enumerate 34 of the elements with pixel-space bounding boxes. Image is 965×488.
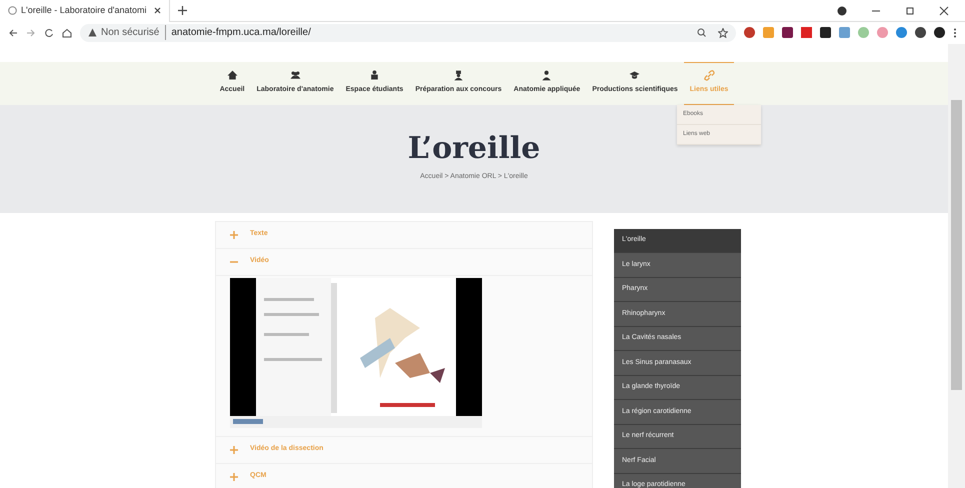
scrollbar-thumb[interactable] xyxy=(951,100,962,390)
browser-tab[interactable]: L'oreille - Laboratoire d'anatomi xyxy=(0,0,170,22)
link-icon xyxy=(704,70,715,82)
person-icon xyxy=(541,70,552,82)
new-tab-icon[interactable] xyxy=(178,6,187,15)
extension-icon[interactable] xyxy=(820,27,831,38)
extension-icon[interactable] xyxy=(782,27,793,38)
close-window-icon[interactable] xyxy=(939,6,949,16)
plus-icon xyxy=(230,230,238,239)
graduate-icon xyxy=(452,70,464,82)
warning-icon xyxy=(88,28,97,38)
plus-icon xyxy=(230,446,238,454)
reader-icon xyxy=(369,70,380,82)
group-icon xyxy=(290,70,301,82)
zoom-icon[interactable] xyxy=(697,28,706,38)
star-icon[interactable] xyxy=(718,28,728,38)
scrollbar[interactable] xyxy=(948,44,965,488)
close-icon[interactable] xyxy=(154,7,161,14)
menu-icon[interactable] xyxy=(953,28,957,38)
tab-title: L'oreille - Laboratoire d'anatomi xyxy=(21,4,148,17)
profile-icon[interactable] xyxy=(837,6,847,16)
restore-icon[interactable] xyxy=(905,6,915,16)
plus-icon xyxy=(230,472,238,481)
graduation-cap-icon xyxy=(629,70,640,82)
globe-icon xyxy=(8,6,17,15)
url-text[interactable]: anatomie-fmpm.uca.ma/loreille/ xyxy=(165,25,693,40)
page-title: L’oreille xyxy=(408,134,540,164)
reload-icon[interactable] xyxy=(44,28,54,38)
home-icon xyxy=(226,70,238,82)
security-warning[interactable]: Non sécurisé xyxy=(101,25,160,40)
extension-icon[interactable] xyxy=(915,27,926,38)
extension-icon[interactable] xyxy=(934,27,945,38)
back-icon[interactable] xyxy=(8,28,18,38)
home-icon[interactable] xyxy=(62,28,72,38)
